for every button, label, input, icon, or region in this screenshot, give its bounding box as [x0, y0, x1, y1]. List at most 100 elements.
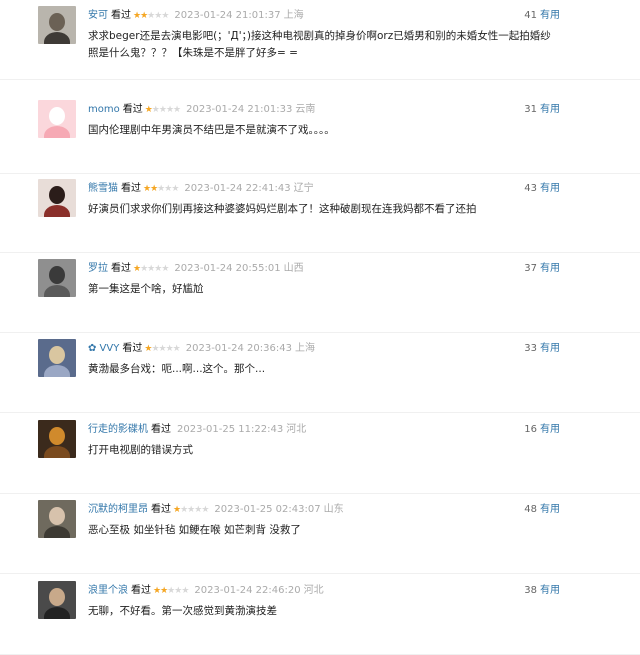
avatar-body-shape [44, 285, 70, 297]
watch-status: 看过 [111, 10, 131, 21]
avatar-body-shape [44, 526, 70, 538]
review-meta: momo 看过 ★★★★★ 2023-01-24 21:01:33 云南 [88, 102, 315, 118]
review-item: ✿ VVY 看过 ★★★★★ 2023-01-24 20:36:43 上海 33 有用 黄… [0, 333, 640, 413]
avatar-body-shape [44, 365, 70, 377]
review-content: 恶心至极 如坐针毡 如鲠在喉 如芒刺背 没救了 [88, 524, 301, 536]
avatar[interactable] [38, 339, 76, 377]
avatar-head-shape [49, 588, 65, 606]
useful-button[interactable]: 有用 [540, 424, 560, 435]
review-item: 罗拉 看过 ★★★★★ 2023-01-24 20:55:01 山西 37 有用 第一集这… [0, 253, 640, 333]
review-time: 2023-01-24 22:46:20 [194, 585, 301, 596]
useful-button[interactable]: 有用 [540, 343, 560, 354]
avatar[interactable] [38, 6, 76, 44]
star-icon: ★ [161, 11, 169, 21]
useful-count: 31 [524, 104, 537, 115]
username-link[interactable]: 行走的影碟机 [88, 424, 148, 435]
useful-count: 48 [524, 504, 537, 515]
avatar-body-shape [44, 446, 70, 458]
avatar[interactable] [38, 100, 76, 138]
star-icon: ★ [165, 344, 174, 354]
review-location: 山西 [283, 263, 304, 274]
review-time: 2023-01-25 11:22:43 [177, 424, 284, 435]
review-time: 2023-01-24 22:41:43 [184, 183, 291, 194]
star-icon: ★ [171, 184, 179, 194]
username-link[interactable]: 浪里个浪 [88, 585, 128, 596]
review-time: 2023-01-25 02:43:07 [214, 504, 321, 515]
username-link[interactable]: 沉默的柯里昂 [88, 504, 148, 515]
avatar[interactable] [38, 179, 76, 217]
username-link[interactable]: 安可 [88, 10, 108, 21]
review-time: 2023-01-24 20:55:01 [174, 263, 281, 274]
review-content: 好演员们求求你们别再接这种婆婆妈妈烂剧本了！这种破剧现在连我妈都不看了还拍 [88, 203, 477, 215]
review-location: 河北 [303, 585, 324, 596]
useful-count: 33 [524, 343, 537, 354]
avatar-head-shape [49, 13, 65, 31]
watch-status: 看过 [122, 343, 143, 354]
star-icon: ★ [173, 105, 181, 115]
useful-button[interactable]: 有用 [540, 183, 560, 194]
star-icon: ★ [158, 105, 167, 115]
rating-stars: ★★★★★ [133, 264, 169, 274]
useful-vote: 31 有用 [524, 102, 560, 118]
watch-status: 看过 [111, 263, 131, 274]
useful-vote: 43 有用 [524, 181, 560, 197]
review-meta: 浪里个浪 看过 ★★★★★ 2023-01-24 22:46:20 河北 [88, 583, 324, 599]
star-icon: ★ [172, 344, 181, 354]
review-content: 国内伦理剧中年男演员不结巴是不是就演不了戏。。。。 [88, 124, 335, 136]
review-meta: 行走的影碟机 看过 2023-01-25 11:22:43 河北 [88, 422, 306, 438]
username-link[interactable]: 熊雪猫 [88, 183, 118, 194]
review-time: 2023-01-24 21:01:33 [186, 104, 293, 115]
avatar-head-shape [49, 266, 65, 284]
star-icon: ★ [181, 586, 189, 596]
review-meta: 熊雪猫 看过 ★★★★★ 2023-01-24 22:41:43 辽宁 [88, 181, 314, 197]
review-content: 打开电视剧的错误方式 [88, 444, 193, 456]
avatar-body-shape [44, 126, 70, 138]
review-content: 求求beger还是去演电影吧(；'Д'；)接这种电视剧真的掉身价啊orz已婚男和… [88, 30, 551, 59]
review-location: 上海 [283, 10, 304, 21]
username-link[interactable]: 罗拉 [88, 263, 108, 274]
useful-vote: 48 有用 [524, 502, 560, 518]
useful-button[interactable]: 有用 [540, 504, 560, 515]
rating-stars: ★★★★★ [144, 105, 181, 115]
useful-button[interactable]: 有用 [540, 104, 560, 115]
review-time: 2023-01-24 20:36:43 [185, 343, 292, 354]
review-time: 2023-01-24 21:01:37 [174, 10, 281, 21]
useful-button[interactable]: 有用 [540, 585, 560, 596]
avatar-head-shape [49, 507, 65, 525]
useful-count: 38 [524, 585, 537, 596]
useful-vote: 16 有用 [524, 422, 560, 438]
avatar-body-shape [44, 205, 70, 217]
rating-stars: ★★★★★ [153, 586, 189, 596]
avatar[interactable] [38, 581, 76, 619]
avatar-head-shape [49, 427, 65, 445]
review-location: 山东 [323, 504, 344, 515]
useful-button[interactable]: 有用 [540, 10, 560, 21]
review-item: 浪里个浪 看过 ★★★★★ 2023-01-24 22:46:20 河北 38 有用 无聊… [0, 575, 640, 655]
review-item: 沉默的柯里昂 看过 ★★★★★ 2023-01-25 02:43:07 山东 48 有用 … [0, 494, 640, 574]
useful-vote: 33 有用 [524, 341, 560, 357]
review-item: 行走的影碟机 看过 2023-01-25 11:22:43 河北 16 有用 打开电视剧… [0, 414, 640, 494]
useful-button[interactable]: 有用 [540, 263, 560, 274]
useful-count: 41 [524, 10, 537, 21]
username-link[interactable]: momo [88, 104, 120, 115]
useful-vote: 37 有用 [524, 261, 560, 277]
useful-vote: 41 有用 [524, 8, 560, 24]
avatar[interactable] [38, 420, 76, 458]
avatar[interactable] [38, 259, 76, 297]
watch-status: 看过 [131, 585, 151, 596]
rating-stars: ★★★★★ [133, 11, 169, 21]
star-icon: ★ [151, 344, 159, 354]
avatar-head-shape [49, 107, 65, 125]
username-link[interactable]: ✿ VVY [88, 343, 119, 354]
useful-count: 16 [524, 424, 537, 435]
useful-vote: 38 有用 [524, 583, 560, 599]
review-item: 熊雪猫 看过 ★★★★★ 2023-01-24 22:41:43 辽宁 43 有用 好演员… [0, 173, 640, 253]
star-icon: ★ [165, 105, 174, 115]
star-icon: ★ [144, 105, 153, 115]
watch-status: 看过 [151, 504, 171, 515]
rating-stars: ★★★★★ [173, 505, 209, 515]
avatar-body-shape [44, 607, 70, 619]
avatar[interactable] [38, 500, 76, 538]
review-meta: 罗拉 看过 ★★★★★ 2023-01-24 20:55:01 山西 [88, 261, 304, 277]
useful-count: 37 [524, 263, 537, 274]
